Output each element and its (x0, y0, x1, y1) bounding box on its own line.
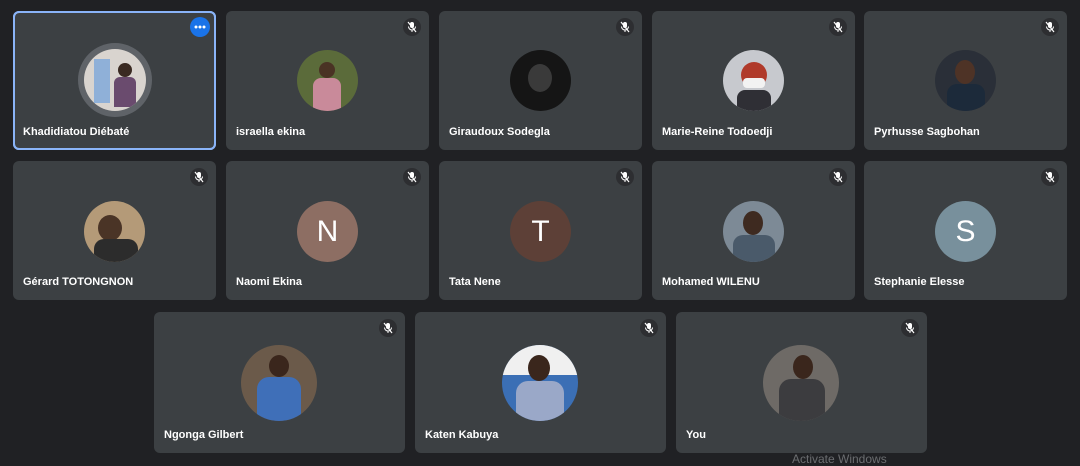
avatar-initial: S (955, 214, 976, 248)
mic-off-icon (1041, 168, 1059, 186)
participant-name: Pyrhusse Sagbohan (874, 126, 980, 138)
avatar (510, 50, 571, 111)
avatar (297, 50, 358, 111)
avatar (84, 201, 145, 262)
participant-tile-naomi[interactable]: N Naomi Ekina (226, 161, 429, 300)
mic-off-icon (640, 319, 658, 337)
mic-off-icon (379, 319, 397, 337)
participant-tile-gerard[interactable]: Gérard TOTONGNON (13, 161, 216, 300)
participant-name: Giraudoux Sodegla (449, 126, 550, 138)
mic-off-icon (616, 168, 634, 186)
participant-name: Tata Nene (449, 276, 501, 288)
participant-name: Stephanie Elesse (874, 276, 965, 288)
participant-name: Mohamed WILENU (662, 276, 760, 288)
participant-name: Gérard TOTONGNON (23, 276, 134, 288)
participant-tile-giraudoux[interactable]: Giraudoux Sodegla (439, 11, 642, 150)
participant-name: israella ekina (236, 126, 306, 138)
avatar (763, 345, 839, 421)
avatar: S (935, 201, 996, 262)
participant-tile-marie-reine[interactable]: Marie-Reine Todoedji (652, 11, 855, 150)
participant-name: Katen Kabuya (425, 429, 499, 441)
avatar-initial: T (531, 214, 550, 248)
participant-tile-stephanie[interactable]: S Stephanie Elesse (864, 161, 1067, 300)
participant-tile-mohamed[interactable]: Mohamed WILENU (652, 161, 855, 300)
mic-off-icon (616, 18, 634, 36)
activate-windows-watermark: Activate Windows (792, 452, 887, 466)
avatar (723, 201, 784, 262)
mic-off-icon (403, 168, 421, 186)
mic-off-icon (403, 18, 421, 36)
avatar: N (297, 201, 358, 262)
avatar (502, 345, 578, 421)
avatar (78, 43, 152, 117)
participant-name: You (686, 429, 706, 441)
mic-off-icon (901, 319, 919, 337)
participant-name: Naomi Ekina (236, 276, 303, 288)
mic-off-icon (829, 168, 847, 186)
participant-tile-you[interactable]: You (676, 312, 927, 453)
mic-off-icon (190, 168, 208, 186)
participant-name: Khadidiatou Diébaté (23, 126, 130, 138)
avatar (935, 50, 996, 111)
participant-tile-khadidiatou[interactable]: Khadidiatou Diébaté (13, 11, 216, 150)
participant-name: Ngonga Gilbert (164, 429, 244, 441)
mic-off-icon (829, 18, 847, 36)
participant-tile-israella[interactable]: israella ekina (226, 11, 429, 150)
mic-off-icon (1041, 18, 1059, 36)
avatar: T (510, 201, 571, 262)
participant-tile-tata[interactable]: T Tata Nene (439, 161, 642, 300)
participant-name: Marie-Reine Todoedji (662, 126, 773, 138)
avatar (723, 50, 784, 111)
avatar (241, 345, 317, 421)
participant-tile-katen[interactable]: Katen Kabuya (415, 312, 666, 453)
more-options-icon[interactable] (190, 17, 210, 37)
avatar-initial: N (316, 214, 339, 248)
participant-tile-pyrhusse[interactable]: Pyrhusse Sagbohan (864, 11, 1067, 150)
participant-tile-ngonga[interactable]: Ngonga Gilbert (154, 312, 405, 453)
